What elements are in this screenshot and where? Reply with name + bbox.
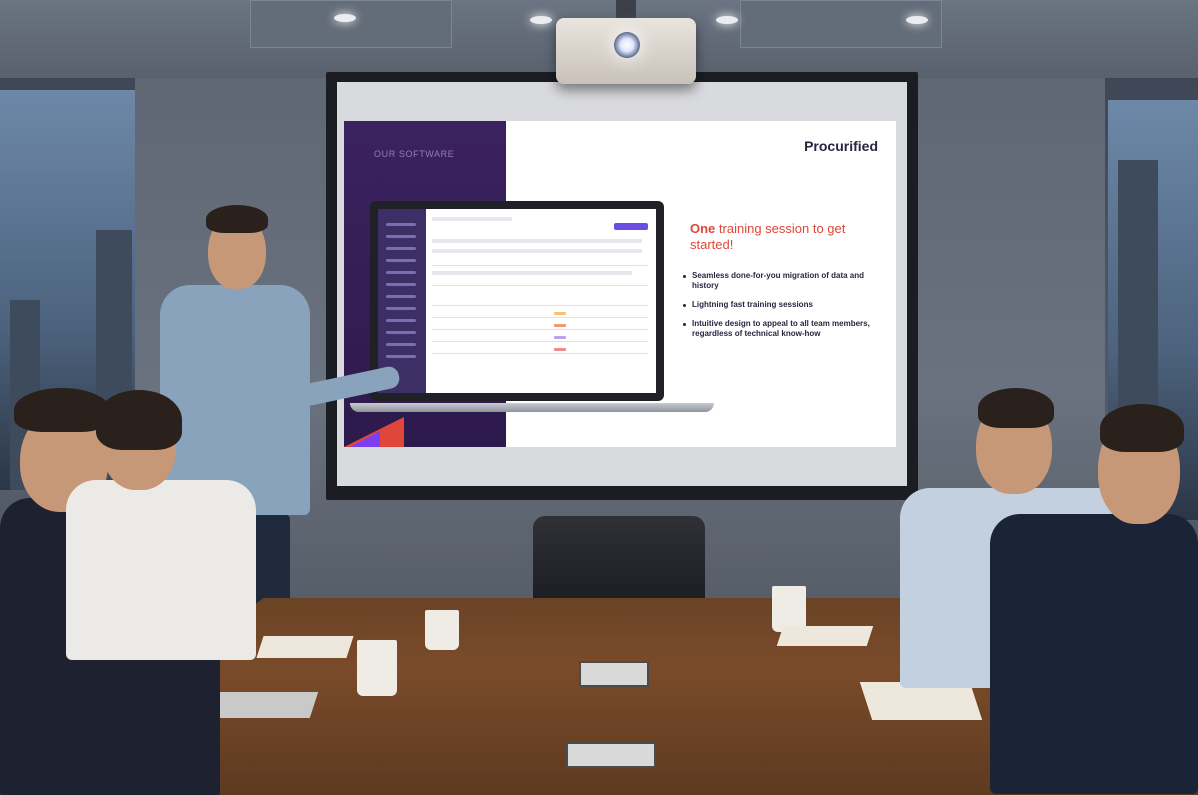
ceiling-panel bbox=[740, 0, 942, 48]
app-screenshot bbox=[378, 209, 656, 393]
ceiling-light bbox=[906, 16, 928, 24]
attendee-jacket bbox=[990, 514, 1198, 794]
purple-accent-shape bbox=[350, 431, 380, 447]
empty-chair bbox=[533, 516, 705, 604]
table-power-port bbox=[579, 661, 649, 687]
laptop-mockup bbox=[370, 201, 664, 401]
slide-bullet-list: Seamless done-for-you migration of data … bbox=[682, 271, 872, 348]
bullet-item: Seamless done-for-you migration of data … bbox=[682, 271, 872, 291]
laptop-base bbox=[350, 403, 714, 412]
ceiling-panel bbox=[250, 0, 452, 48]
table-power-port bbox=[566, 742, 656, 768]
app-sidebar bbox=[378, 209, 426, 393]
bullet-item: Lightning fast training sessions bbox=[682, 300, 872, 310]
coffee-cup bbox=[357, 640, 397, 696]
presentation-slide: OUR SOFTWARE Procurified One training se… bbox=[344, 121, 896, 447]
coffee-cup bbox=[425, 610, 459, 650]
ceiling-light bbox=[716, 16, 738, 24]
headline-accent: One bbox=[690, 221, 716, 236]
attendee-hair bbox=[1100, 404, 1184, 452]
projector-mount bbox=[616, 0, 636, 18]
attendee-blouse bbox=[66, 480, 256, 660]
notebook bbox=[256, 636, 354, 658]
bullet-item: Intuitive design to appeal to all team m… bbox=[682, 319, 872, 339]
notebook bbox=[776, 626, 874, 646]
app-primary-button bbox=[614, 223, 648, 230]
slide-kicker: OUR SOFTWARE bbox=[374, 149, 455, 159]
attendee-hair bbox=[978, 388, 1054, 428]
ceiling-light bbox=[530, 16, 552, 24]
conference-room-photo: OUR SOFTWARE Procurified One training se… bbox=[0, 0, 1198, 795]
presenter-hair bbox=[206, 205, 268, 233]
brand-logo: Procurified bbox=[804, 138, 878, 154]
projector-lens bbox=[614, 32, 640, 58]
attendee-hair bbox=[96, 390, 182, 450]
ceiling-projector bbox=[556, 0, 696, 84]
slide-headline: One training session to get started! bbox=[690, 221, 880, 253]
ceiling-light bbox=[334, 14, 356, 22]
laptop-on-table bbox=[209, 692, 319, 718]
